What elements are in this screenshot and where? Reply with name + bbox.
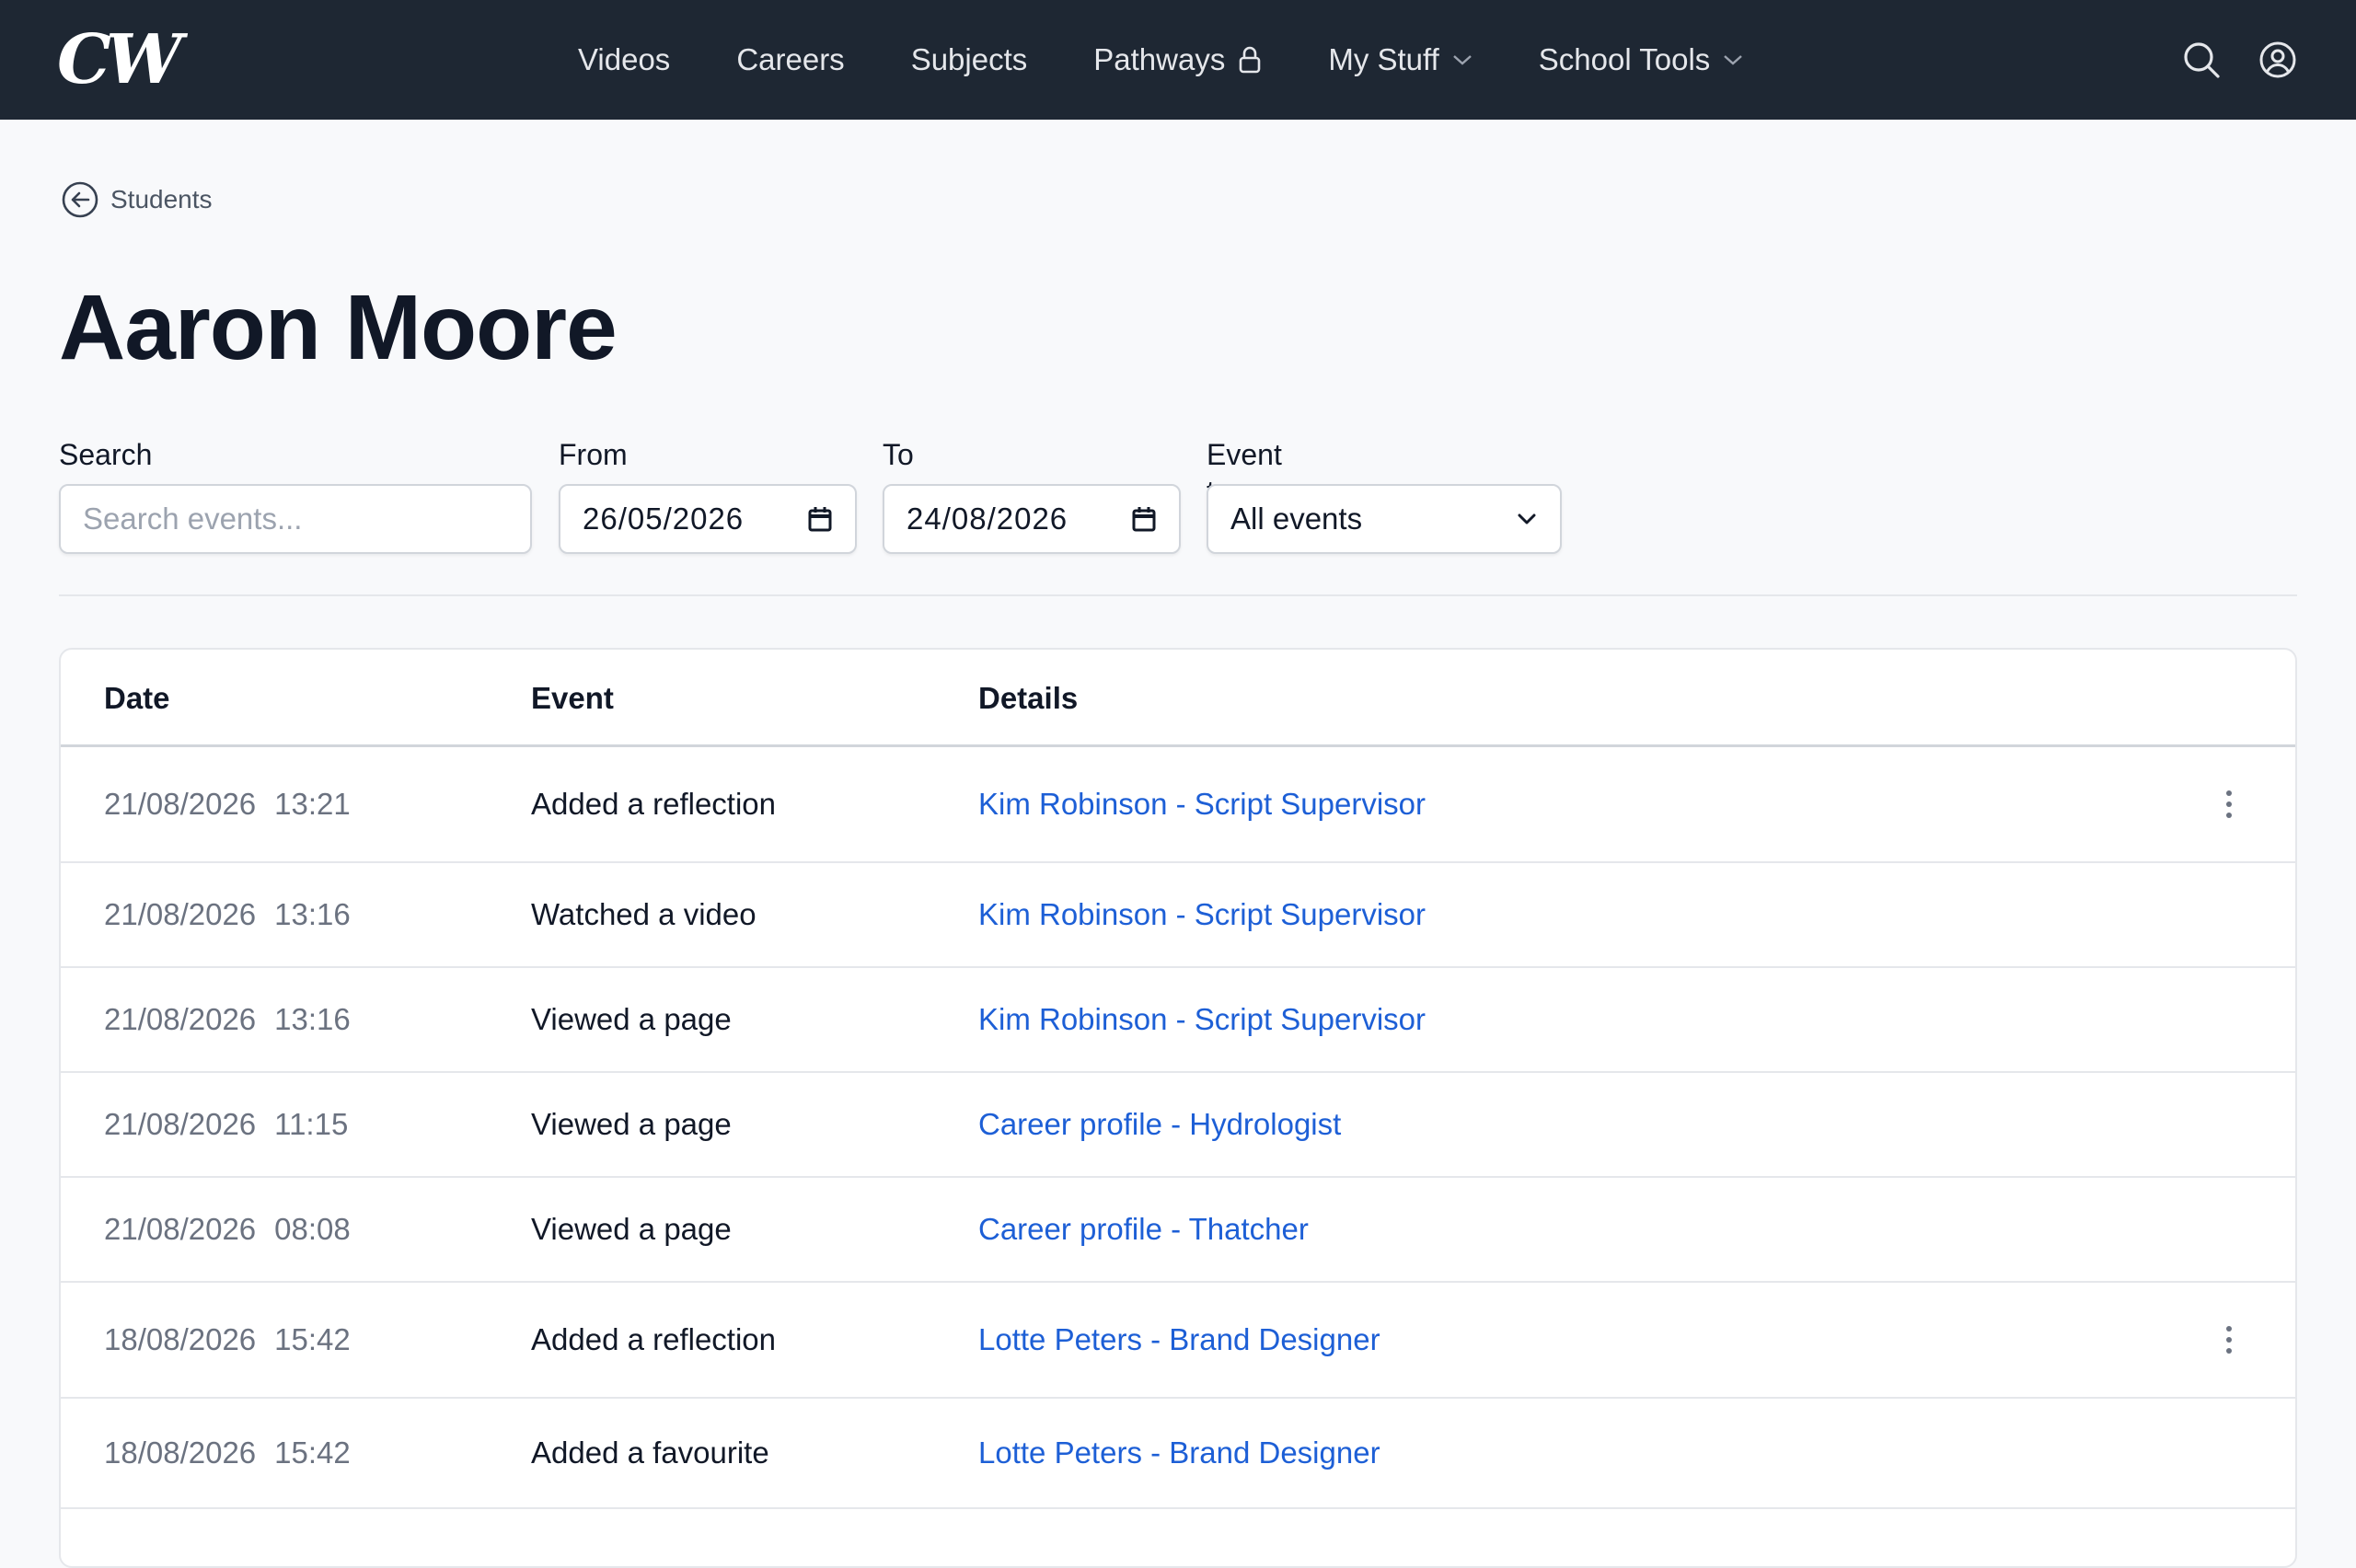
to-date-value: 24/08/2026 — [907, 502, 1068, 536]
column-header-details: Details — [978, 681, 1079, 715]
chevron-down-icon — [1518, 513, 1536, 525]
nav-item-label: Videos — [578, 42, 671, 76]
table-row: 21/08/2026 08:08 Viewed a page Career profi… — [61, 1178, 2295, 1283]
search-filter: Search — [59, 436, 532, 554]
event-date: 18/08/2026 — [104, 1435, 257, 1470]
event-time: 13:21 — [274, 787, 351, 821]
table-row: 18/08/2026 15:42 Added a favourite Lotte Pe… — [61, 1399, 2295, 1509]
event-type-cell: Added a reflection — [531, 787, 777, 821]
nav-item-videos[interactable]: Videos — [578, 42, 670, 77]
nav-item-label: School Tools — [1538, 42, 1711, 76]
event-type-select[interactable]: All events — [1207, 484, 1562, 554]
nav-item-school-tools[interactable]: School Tools — [1539, 42, 1744, 77]
vertical-dots-icon — [2226, 790, 2232, 818]
event-datetime: 18/08/2026 15:42 — [104, 1399, 351, 1507]
event-time: 11:15 — [274, 1107, 349, 1141]
event-type-cell: Viewed a page — [531, 1002, 732, 1036]
event-time: 15:42 — [274, 1322, 351, 1356]
table-header: Date Event Details — [61, 650, 2295, 747]
event-date: 21/08/2026 — [104, 1002, 257, 1036]
event-date: 21/08/2026 — [104, 897, 257, 931]
event-date: 18/08/2026 — [104, 1322, 257, 1356]
event-details-link[interactable]: Kim Robinson - Script Supervisor — [978, 968, 1426, 1071]
event-type-cell: Added a favourite — [531, 1435, 769, 1470]
event-time: 15:42 — [274, 1435, 351, 1470]
nav-item-my-stuff[interactable]: My Stuff — [1328, 42, 1472, 77]
event-type-cell: Added a reflection — [531, 1322, 777, 1356]
to-date-field[interactable]: 24/08/2026 — [883, 484, 1181, 554]
user-account-icon[interactable] — [2258, 40, 2297, 79]
event-type-label: Event type — [1207, 438, 1282, 508]
row-more-options-icon[interactable] — [2211, 1283, 2247, 1397]
arrow-left-circle-icon — [62, 181, 98, 218]
table-row: 18/08/2026 15:42 Added a reflection Lotte P… — [61, 1283, 2295, 1399]
row-more-options-icon[interactable] — [2211, 747, 2247, 861]
table-row: 21/08/2026 13:16 Viewed a page Kim Robinson… — [61, 968, 2295, 1073]
back-link-label: Students — [110, 185, 213, 213]
event-date: 21/08/2026 — [104, 1212, 257, 1246]
from-date-value: 26/05/2026 — [583, 502, 745, 536]
table-row: 21/08/2026 13:21 Added a reflection Kim Rob… — [61, 747, 2295, 863]
event-datetime: 21/08/2026 13:21 — [104, 747, 351, 861]
nav-item-subjects[interactable]: Subjects — [911, 42, 1028, 77]
event-type-cell: Viewed a page — [531, 1212, 732, 1246]
event-time: 13:16 — [274, 897, 351, 931]
event-details-link[interactable]: Career profile - Thatcher — [978, 1178, 1309, 1281]
event-time: 13:16 — [274, 1002, 351, 1036]
table-row: 21/08/2026 13:16 Watched a video Kim Robins… — [61, 863, 2295, 968]
event-details-link[interactable]: Career profile - Hydrologist — [978, 1073, 1341, 1176]
event-datetime: 21/08/2026 13:16 — [104, 863, 351, 966]
event-datetime: 21/08/2026 08:08 — [104, 1178, 351, 1281]
header-actions — [2181, 0, 2297, 120]
event-details-link[interactable]: Kim Robinson - Script Supervisor — [978, 747, 1426, 861]
chevron-down-icon — [1724, 55, 1743, 65]
event-type-cell: Viewed a page — [531, 1107, 732, 1141]
search-field[interactable] — [59, 484, 532, 554]
main-nav: Videos Careers Subjects Pathways My Stuf… — [578, 0, 1809, 120]
from-date-filter: From 26/05/2026 — [559, 436, 857, 554]
nav-item-label: Subjects — [910, 42, 1028, 76]
search-label: Search — [59, 438, 153, 471]
event-details-link[interactable]: Lotte Peters - Brand Designer — [978, 1399, 1380, 1507]
vertical-dots-icon — [2226, 1326, 2232, 1354]
nav-item-careers[interactable]: Careers — [736, 42, 844, 77]
to-label: To — [883, 438, 914, 471]
careerwise-logo[interactable]: CW — [57, 20, 182, 99]
table-row: 21/08/2026 11:15 Viewed a page Career profi… — [61, 1073, 2295, 1178]
column-header-date: Date — [104, 681, 170, 715]
search-input[interactable] — [83, 502, 508, 536]
event-details-link[interactable]: Lotte Peters - Brand Designer — [978, 1283, 1380, 1397]
from-date-field[interactable]: 26/05/2026 — [559, 484, 857, 554]
event-type-filter: Event type All events — [1207, 436, 1562, 554]
event-date: 21/08/2026 — [104, 787, 257, 821]
nav-item-label: Pathways — [1093, 42, 1226, 76]
calendar-icon[interactable] — [1131, 505, 1157, 533]
event-datetime: 21/08/2026 13:16 — [104, 968, 351, 1071]
event-datetime: 21/08/2026 11:15 — [104, 1073, 348, 1176]
nav-item-pathways[interactable]: Pathways — [1093, 42, 1262, 77]
event-details-link[interactable]: Kim Robinson - Script Supervisor — [978, 863, 1426, 966]
nav-item-label: My Stuff — [1328, 42, 1439, 76]
lock-icon — [1240, 46, 1261, 74]
chevron-down-icon — [1452, 55, 1472, 65]
calendar-icon[interactable] — [807, 505, 833, 533]
column-header-event: Event — [531, 681, 614, 715]
page-title: Aaron Moore — [59, 276, 618, 379]
event-type-cell: Watched a video — [531, 897, 756, 931]
section-divider — [59, 594, 2297, 596]
events-table: Date Event Details 21/08/2026 13:21 Added … — [59, 648, 2297, 1568]
event-datetime: 18/08/2026 15:42 — [104, 1283, 351, 1397]
event-type-value: All events — [1230, 502, 1363, 536]
back-to-students-link[interactable]: Students — [61, 180, 213, 219]
to-date-filter: To 24/08/2026 — [883, 436, 1181, 554]
event-date: 21/08/2026 — [104, 1107, 257, 1141]
search-icon[interactable] — [2181, 40, 2222, 80]
top-navigation-bar: CW Videos Careers Subjects Pathways My S… — [0, 0, 2356, 120]
event-time: 08:08 — [274, 1212, 351, 1246]
from-label: From — [559, 438, 628, 471]
nav-item-label: Careers — [736, 42, 845, 76]
